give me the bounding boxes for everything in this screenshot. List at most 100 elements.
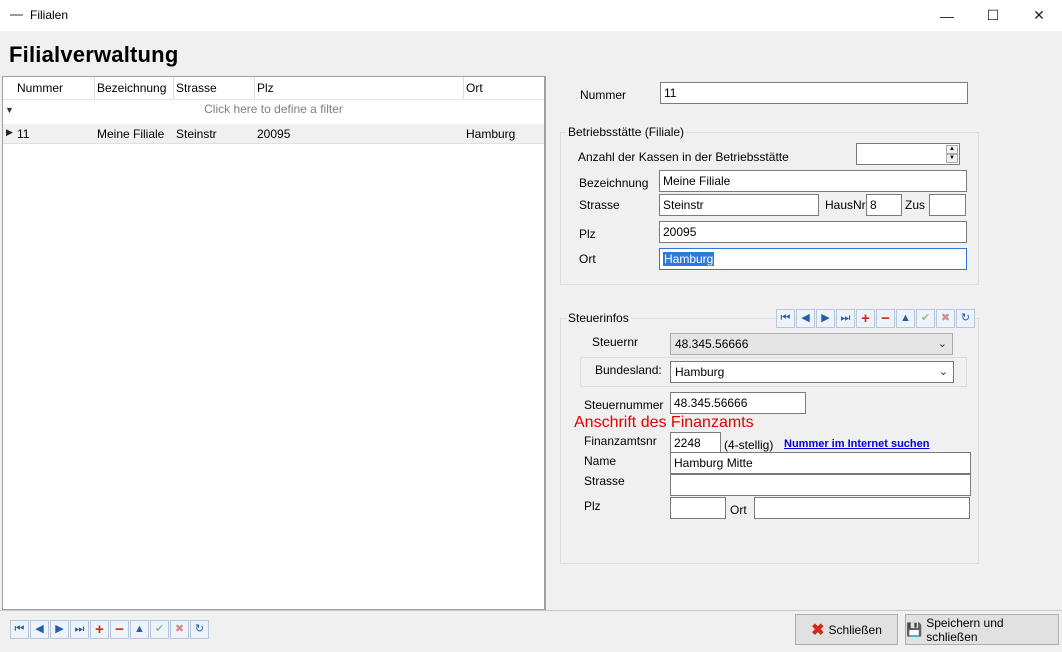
prev-icon[interactable]: ◀ bbox=[796, 309, 815, 328]
bottom-bar: ⏮ ◀ ▶ ⏭ + − ▲ ✔ ✖ ↻ ✖ Schließen 💾 Speich… bbox=[0, 610, 1062, 652]
stepper-up-button[interactable]: ▲ bbox=[946, 145, 958, 154]
remove-icon[interactable]: − bbox=[110, 620, 129, 639]
column-header-bezeichnung[interactable]: Bezeichnung bbox=[97, 81, 166, 95]
last-icon[interactable]: ⏭ bbox=[70, 620, 89, 639]
strasse-label: Strasse bbox=[579, 198, 620, 212]
nummer-field[interactable]: 11 bbox=[660, 82, 968, 104]
ort-field[interactable]: Hamburg bbox=[659, 248, 967, 270]
column-header-plz[interactable]: Plz bbox=[257, 81, 274, 95]
close-window-button[interactable]: ✕ bbox=[1016, 0, 1062, 31]
prev-icon[interactable]: ◀ bbox=[30, 620, 49, 639]
confirm-icon[interactable]: ✔ bbox=[916, 309, 935, 328]
finanzamt-heading: Anschrift des Finanzamts bbox=[574, 414, 754, 431]
kassen-label: Anzahl der Kassen in der Betriebsstätte bbox=[578, 150, 789, 164]
finanzamtsnr-field[interactable]: 2248 bbox=[670, 432, 721, 454]
steuernummer-field[interactable]: 48.345.56666 bbox=[670, 392, 806, 414]
save-icon: 💾 bbox=[906, 621, 923, 637]
column-divider bbox=[463, 77, 464, 99]
steuerinfos-group-title: Steuerinfos bbox=[566, 311, 631, 325]
column-header-nummer[interactable]: Nummer bbox=[17, 81, 63, 95]
ort-selected-text: Hamburg bbox=[663, 252, 715, 266]
fa-name-label: Name bbox=[584, 454, 617, 468]
refresh-icon[interactable]: ↻ bbox=[190, 620, 209, 639]
title-bar: Filialen — ☐ ✕ bbox=[0, 0, 1062, 31]
fa-ort-label: Ort bbox=[730, 503, 747, 517]
last-icon[interactable]: ⏭ bbox=[836, 309, 855, 328]
minimize-button[interactable]: — bbox=[924, 0, 970, 31]
vierstellig-hint: (4-stellig) bbox=[724, 438, 774, 452]
finanzamtsnr-label: Finanzamtsnr bbox=[584, 434, 657, 448]
chevron-down-icon: ⌄ bbox=[937, 338, 947, 350]
filter-hint[interactable]: Click here to define a filter bbox=[3, 102, 544, 116]
hausnr-field[interactable]: 8 bbox=[866, 194, 902, 216]
fa-ort-field[interactable] bbox=[754, 497, 970, 519]
next-icon[interactable]: ▶ bbox=[50, 620, 69, 639]
next-icon[interactable]: ▶ bbox=[816, 309, 835, 328]
cell-strasse: Steinstr bbox=[176, 127, 217, 141]
fa-plz-field[interactable] bbox=[670, 497, 726, 519]
close-icon: ✕ bbox=[1033, 7, 1045, 23]
plz-field[interactable]: 20095 bbox=[659, 221, 967, 243]
page-title: Filialverwaltung bbox=[9, 42, 179, 67]
betriebsstaette-group-title: Betriebsstätte (Filiale) bbox=[566, 125, 687, 139]
confirm-icon[interactable]: ✔ bbox=[150, 620, 169, 639]
column-header-ort[interactable]: Ort bbox=[466, 81, 483, 95]
cancel-icon[interactable]: ✖ bbox=[170, 620, 189, 639]
fa-strasse-label: Strasse bbox=[584, 474, 625, 488]
maximize-button[interactable]: ☐ bbox=[970, 0, 1016, 31]
app-icon bbox=[10, 14, 23, 16]
first-icon[interactable]: ⏮ bbox=[10, 620, 29, 639]
add-icon[interactable]: + bbox=[856, 309, 875, 328]
hausnr-label: HausNr bbox=[825, 198, 866, 212]
row-indicator-icon: ▶ bbox=[6, 127, 13, 137]
zus-label: Zus bbox=[905, 198, 926, 212]
steuernr-selected: 48.345.56666 bbox=[675, 337, 749, 351]
save-and-close-label: Speichern und schließen bbox=[926, 615, 1004, 644]
bundesland-selected: Hamburg bbox=[675, 365, 725, 379]
ort-label: Ort bbox=[579, 252, 596, 266]
fa-strasse-field[interactable] bbox=[670, 474, 971, 496]
window-title: Filialen bbox=[30, 8, 69, 22]
splitter[interactable] bbox=[545, 76, 546, 610]
kassen-stepper[interactable]: ▲ ▼ bbox=[856, 143, 960, 165]
remove-icon[interactable]: − bbox=[876, 309, 895, 328]
cell-ort: Hamburg bbox=[466, 127, 516, 141]
first-icon[interactable]: ⏮ bbox=[776, 309, 795, 328]
branches-grid[interactable]: Nummer Bezeichnung Strasse Plz Ort ▼ Cli… bbox=[2, 76, 545, 610]
cancel-icon[interactable]: ✖ bbox=[936, 309, 955, 328]
internet-search-link[interactable]: Nummer im Internet suchen bbox=[784, 438, 929, 450]
close-button[interactable]: ✖ Schließen bbox=[795, 614, 898, 645]
column-divider bbox=[173, 77, 174, 99]
fa-plz-label: Plz bbox=[584, 499, 601, 513]
nummer-label: Nummer bbox=[580, 88, 627, 102]
minimize-icon: — bbox=[940, 7, 954, 24]
up-icon[interactable]: ▲ bbox=[896, 309, 915, 328]
steuernummer-label: Steuernummer bbox=[584, 398, 664, 412]
column-header-strasse[interactable]: Strasse bbox=[176, 81, 217, 95]
add-icon[interactable]: + bbox=[90, 620, 109, 639]
plz-label: Plz bbox=[579, 227, 596, 241]
save-and-close-button[interactable]: 💾 Speichern und schließen bbox=[905, 614, 1059, 645]
steuer-navigator: ⏮ ◀ ▶ ⏭ + − ▲ ✔ ✖ ↻ bbox=[776, 309, 975, 328]
fa-name-field[interactable]: Hamburg Mitte bbox=[670, 452, 971, 474]
steuernr-select[interactable]: 48.345.56666 ⌄ bbox=[670, 333, 953, 355]
column-divider bbox=[94, 77, 95, 99]
grid-navigator: ⏮ ◀ ▶ ⏭ + − ▲ ✔ ✖ ↻ bbox=[10, 620, 209, 639]
table-row[interactable]: ▶ 11 Meine Filiale Steinstr 20095 Hambur… bbox=[3, 124, 544, 144]
cell-nummer: 11 bbox=[17, 127, 30, 141]
steuernr-label: Steuernr bbox=[592, 335, 639, 349]
up-icon[interactable]: ▲ bbox=[130, 620, 149, 639]
close-x-icon: ✖ bbox=[811, 621, 825, 639]
refresh-icon[interactable]: ↻ bbox=[956, 309, 975, 328]
strasse-field[interactable]: Steinstr bbox=[659, 194, 819, 216]
chevron-down-icon: ⌄ bbox=[938, 366, 948, 378]
cell-plz: 20095 bbox=[257, 127, 291, 141]
bezeichnung-field[interactable]: Meine Filiale bbox=[659, 170, 967, 192]
column-divider bbox=[254, 77, 255, 99]
maximize-icon: ☐ bbox=[986, 7, 1000, 23]
bundesland-label: Bundesland: bbox=[595, 363, 662, 377]
stepper-down-button[interactable]: ▼ bbox=[946, 154, 958, 163]
bundesland-select[interactable]: Hamburg ⌄ bbox=[670, 361, 954, 383]
cell-bezeichnung: Meine Filiale bbox=[97, 127, 165, 141]
zus-field[interactable] bbox=[929, 194, 966, 216]
